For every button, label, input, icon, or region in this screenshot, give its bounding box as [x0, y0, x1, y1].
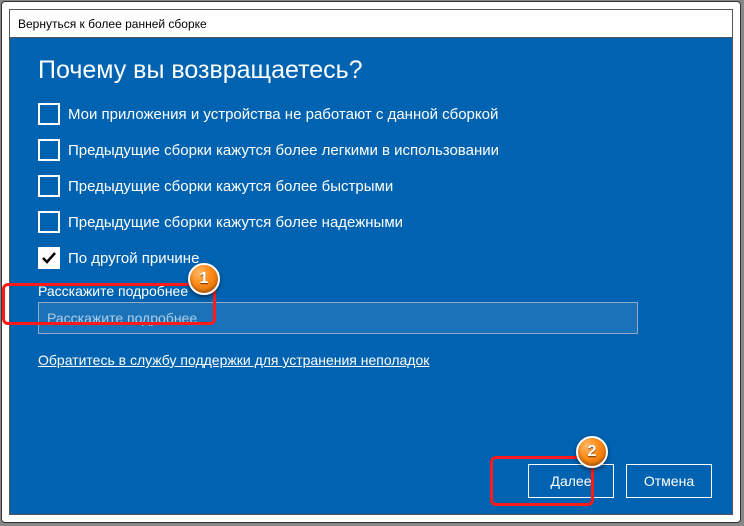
option-row-3[interactable]: Предыдущие сборки кажутся более надежным… [38, 211, 704, 233]
tellmore-placeholder: Расскажите подробнее [47, 310, 197, 326]
checkbox-3[interactable] [38, 211, 60, 233]
option-row-4[interactable]: По другой причине [38, 247, 704, 269]
dialog-content: Почему вы возвращаетесь? Мои приложения … [10, 38, 732, 514]
option-label-3: Предыдущие сборки кажутся более надежным… [68, 214, 403, 231]
option-label-4: По другой причине [68, 250, 199, 267]
checkbox-1[interactable] [38, 139, 60, 161]
option-label-2: Предыдущие сборки кажутся более быстрыми [68, 178, 393, 195]
support-link[interactable]: Обратитесь в службу поддержки для устран… [38, 352, 429, 368]
titlebar: Вернуться к более ранней сборке [10, 10, 732, 38]
window-title: Вернуться к более ранней сборке [18, 17, 207, 31]
checkbox-2[interactable] [38, 175, 60, 197]
cancel-button[interactable]: Отмена [626, 464, 712, 498]
button-row: Далее Отмена [528, 464, 712, 498]
option-row-2[interactable]: Предыдущие сборки кажутся более быстрыми [38, 175, 704, 197]
page-heading: Почему вы возвращаетесь? [38, 56, 704, 85]
screenshot-frame: Вернуться к более ранней сборке Почему в… [1, 1, 741, 523]
tellmore-label: Расскажите подробнее [38, 283, 704, 299]
next-button[interactable]: Далее [528, 464, 614, 498]
tellmore-input[interactable]: Расскажите подробнее [38, 302, 638, 334]
option-label-0: Мои приложения и устройства не работают … [68, 106, 498, 123]
option-row-0[interactable]: Мои приложения и устройства не работают … [38, 103, 704, 125]
option-row-1[interactable]: Предыдущие сборки кажутся более легкими … [38, 139, 704, 161]
dialog-window: Вернуться к более ранней сборке Почему в… [9, 9, 733, 515]
option-label-1: Предыдущие сборки кажутся более легкими … [68, 142, 499, 159]
checkbox-4[interactable] [38, 247, 60, 269]
checkbox-0[interactable] [38, 103, 60, 125]
